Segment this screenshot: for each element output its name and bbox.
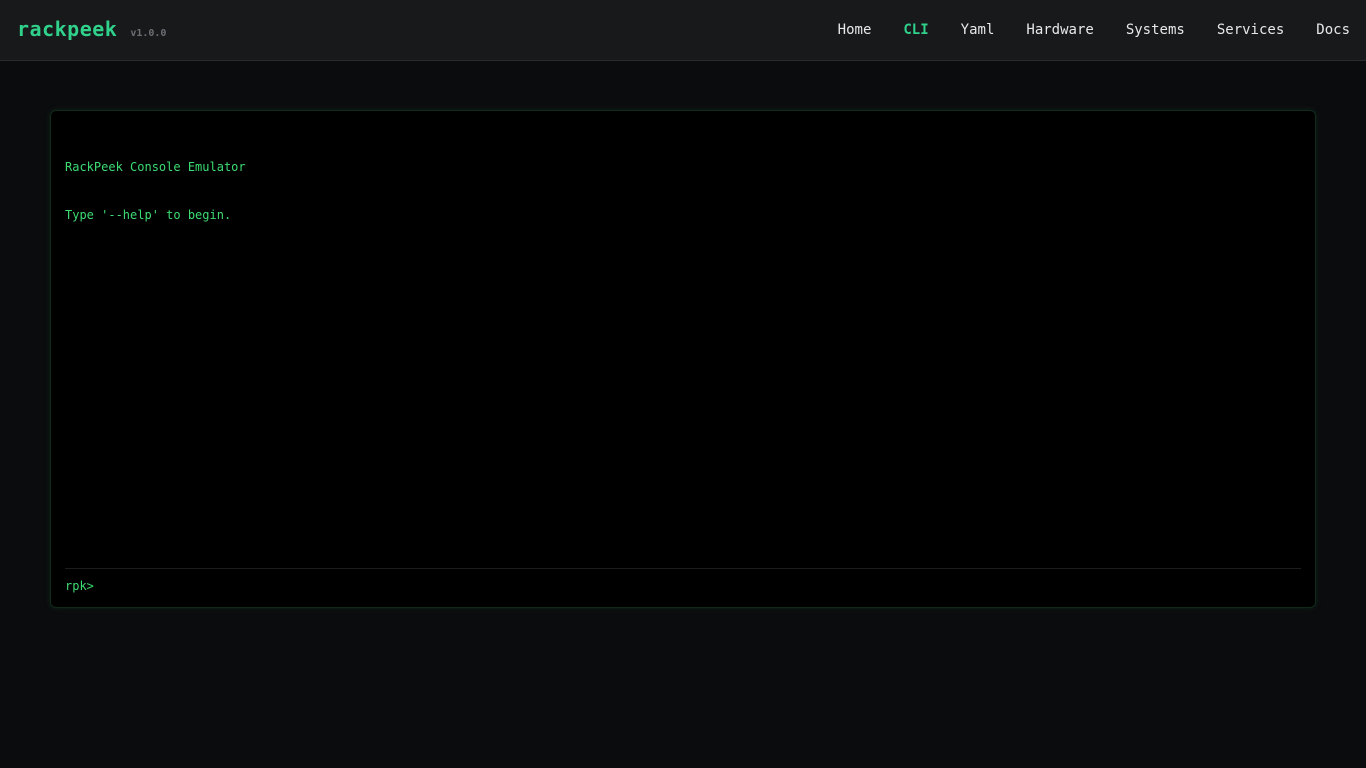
version-label: v1.0.0 xyxy=(130,28,167,39)
console-input-row: rpk> xyxy=(65,577,1301,595)
nav-docs[interactable]: Docs xyxy=(1316,22,1350,38)
brand-logo-text[interactable]: rackpeek xyxy=(17,17,117,41)
console-emulator[interactable]: RackPeek Console Emulator Type '--help' … xyxy=(50,110,1316,608)
nav-services[interactable]: Services xyxy=(1217,22,1284,38)
brand: rackpeek v1.0.0 xyxy=(17,17,166,41)
nav-cli[interactable]: CLI xyxy=(903,22,928,38)
nav-yaml[interactable]: Yaml xyxy=(961,22,995,38)
main-nav: Home CLI Yaml Hardware Systems Services … xyxy=(806,0,1350,60)
console-divider xyxy=(65,568,1301,569)
nav-hardware[interactable]: Hardware xyxy=(1026,22,1093,38)
console-output-line: Type '--help' to begin. xyxy=(65,208,232,222)
console-prompt: rpk> xyxy=(65,579,94,593)
command-input[interactable] xyxy=(99,579,1301,593)
console-output: RackPeek Console Emulator Type '--help' … xyxy=(65,127,1301,255)
nav-systems[interactable]: Systems xyxy=(1126,22,1185,38)
nav-home[interactable]: Home xyxy=(838,22,872,38)
console-output-line: RackPeek Console Emulator xyxy=(65,160,246,174)
top-navigation-bar: rackpeek v1.0.0 Home CLI Yaml Hardware S… xyxy=(0,0,1366,61)
